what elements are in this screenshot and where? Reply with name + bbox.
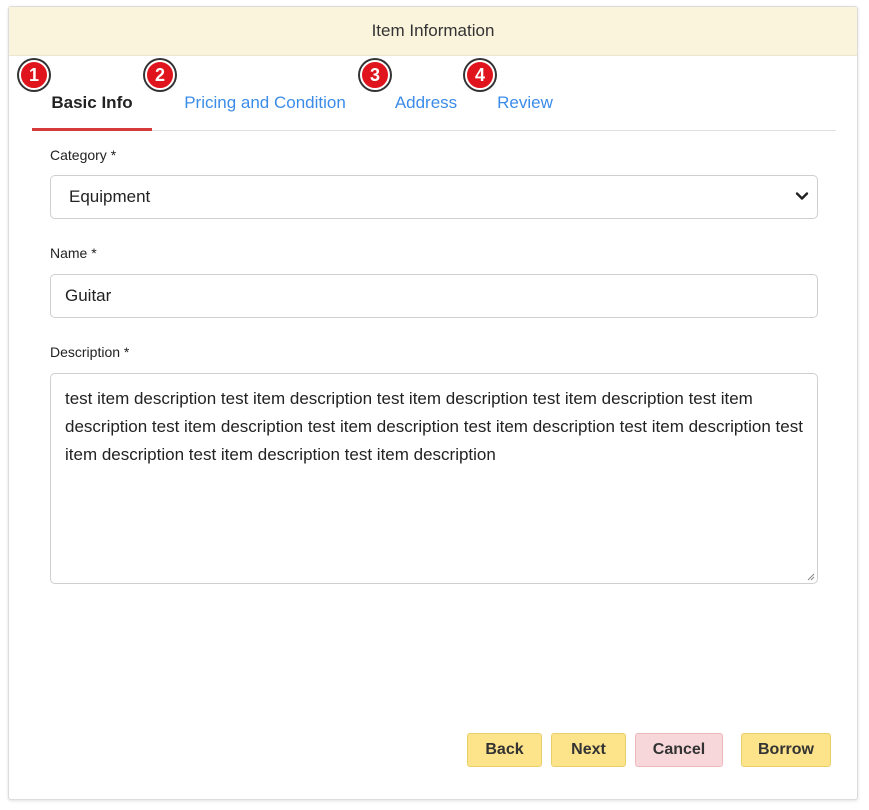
chevron-down-icon (795, 192, 809, 200)
back-button-label: Back (485, 741, 524, 758)
next-button-label: Next (571, 741, 606, 758)
name-label: Name * (50, 245, 97, 261)
category-select[interactable]: Equipment (50, 175, 818, 219)
active-tab-underline (32, 128, 152, 131)
tab-pricing-and-condition[interactable]: Pricing and Condition (168, 62, 362, 130)
tab-review-label: Review (497, 93, 553, 112)
description-textarea[interactable]: test item description test item descript… (50, 373, 818, 584)
step-badge-3: 3 (360, 60, 390, 90)
tab-pricing-label: Pricing and Condition (184, 93, 346, 112)
back-button[interactable]: Back (467, 733, 542, 767)
category-label: Category * (50, 147, 117, 163)
resize-handle-icon[interactable] (805, 571, 815, 581)
tab-basic-info[interactable]: Basic Info (32, 62, 152, 131)
tab-review[interactable]: Review (486, 62, 564, 130)
name-input[interactable]: Guitar (50, 274, 818, 318)
cancel-button[interactable]: Cancel (635, 733, 723, 767)
page-title: Item Information (371, 21, 495, 40)
description-value: test item description test item descript… (65, 389, 803, 464)
tab-basic-info-label: Basic Info (51, 93, 133, 112)
borrow-button[interactable]: Borrow (741, 733, 831, 767)
next-button[interactable]: Next (551, 733, 626, 767)
name-input-value: Guitar (65, 286, 112, 305)
description-label: Description * (50, 344, 130, 360)
item-information-card: Item Information Basic Info Pricing and … (8, 6, 858, 800)
card-header: Item Information (9, 7, 857, 56)
category-selected-value: Equipment (69, 187, 151, 206)
step-badge-4: 4 (465, 60, 495, 90)
step-badge-2: 2 (145, 60, 175, 90)
cancel-button-label: Cancel (652, 741, 706, 758)
borrow-button-label: Borrow (758, 741, 814, 758)
step-badge-1: 1 (19, 60, 49, 90)
tab-address[interactable]: Address (384, 62, 468, 130)
tab-address-label: Address (394, 93, 458, 112)
